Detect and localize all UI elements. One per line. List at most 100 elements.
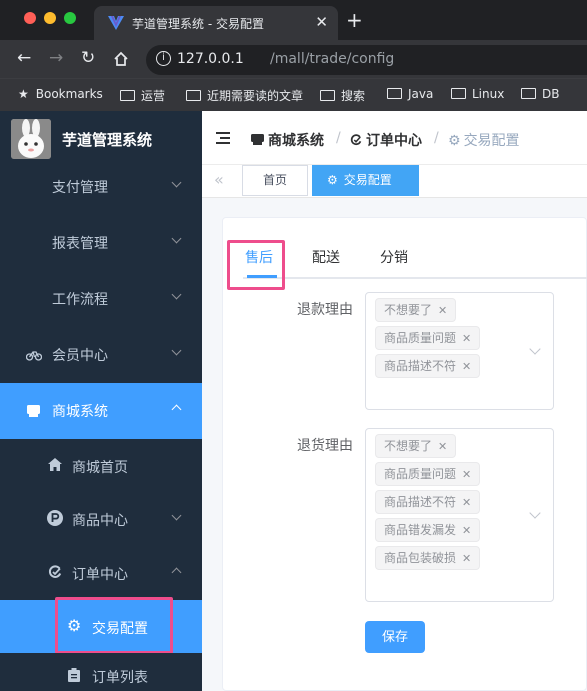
chevron-down-icon (171, 289, 182, 300)
close-icon[interactable]: ✕ (462, 468, 471, 481)
tab-title: 芋道管理系统 - 交易配置 (132, 17, 264, 31)
chevron-down-icon (171, 510, 182, 521)
hamburger-icon[interactable] (216, 132, 230, 144)
tag-current[interactable]: ⚙ 交易配置 (312, 165, 419, 196)
top-navbar: 商城系统 / 订单中心 / ⚙ 交易配置 (202, 111, 587, 165)
rabbit-logo-icon (11, 119, 51, 159)
minimize-window-button[interactable] (44, 12, 56, 24)
browser-chrome: 芋道管理系统 - 交易配置 ✕ + ← → ↻ i 127.0.0.1 /mal… (0, 0, 587, 111)
config-card: 售后 配送 分销 退款理由 不想要了 ✕ 商品质量问题 ✕ 商品描述不符 ✕ 退货理由… (222, 217, 587, 691)
close-icon[interactable]: ✕ (462, 524, 471, 537)
close-tab-icon[interactable]: ✕ (315, 13, 328, 31)
refund-reason-tag: 商品描述不符 ✕ (375, 354, 481, 378)
double-chevron-left-icon[interactable]: « (214, 170, 224, 189)
site-logo-icon (108, 16, 124, 30)
return-reason-select[interactable]: 不想要了 ✕ 商品质量问题 ✕ 商品描述不符 ✕ 商品错发漏发 ✕ 商品包装破损 ✕ (365, 428, 554, 602)
sidebar-item-order-list[interactable]: 订单列表 (0, 653, 202, 691)
close-icon[interactable]: ✕ (438, 304, 447, 317)
bookmarks-button[interactable]: ★ Bookmarks (18, 87, 103, 101)
product-p-icon (47, 510, 63, 526)
sidebar-item-report[interactable]: 报表管理 (0, 215, 202, 271)
sidebar-item-label: 商城系统 (52, 404, 108, 420)
bookmark-folder[interactable]: 近期需要读的文章 (186, 87, 303, 104)
gear-icon: ⚙ (448, 133, 461, 149)
bookmark-folder[interactable]: Java (387, 87, 433, 101)
browser-tab[interactable]: 芋道管理系统 - 交易配置 ✕ (94, 6, 338, 40)
return-reason-tag: 商品包装破损 ✕ (375, 546, 481, 570)
main-area: 商城系统 / 订单中心 / ⚙ 交易配置 « 首页 ⚙ 交易配置 售后 配送 分销 … (202, 111, 587, 691)
breadcrumb-current: ⚙ 交易配置 (448, 133, 520, 149)
back-icon[interactable]: ← (17, 48, 31, 68)
sidebar-item-product[interactable]: 商品中心 (0, 492, 202, 546)
return-reason-label: 退货理由 (297, 438, 353, 454)
return-reason-tag: 商品描述不符 ✕ (375, 490, 481, 514)
url-host: 127.0.0.1 (177, 51, 244, 67)
refund-reason-label: 退款理由 (297, 302, 353, 318)
new-tab-button[interactable]: + (346, 8, 363, 32)
shop-icon (251, 134, 264, 145)
sidebar-item-label: 支付管理 (52, 180, 108, 196)
chevron-up-icon (171, 404, 182, 415)
address-bar[interactable]: i 127.0.0.1 /mall/trade/config (146, 45, 587, 75)
gear-icon: ⚙ (327, 173, 338, 187)
sidebar-item-mall-home[interactable]: 商城首页 (0, 439, 202, 492)
folder-icon (320, 90, 335, 101)
breadcrumb-item[interactable]: 订单中心 (350, 130, 422, 150)
bookmark-folder[interactable]: DB (521, 87, 559, 101)
forward-icon[interactable]: → (49, 48, 63, 68)
refund-reason-tag: 商品质量问题 ✕ (375, 326, 481, 350)
bookmark-folder[interactable]: 运营 (120, 87, 165, 104)
site-info-icon[interactable]: i (156, 51, 171, 66)
brand-logo (11, 119, 51, 159)
close-window-button[interactable] (24, 12, 36, 24)
chevron-down-icon (171, 233, 182, 244)
refund-reason-select[interactable]: 不想要了 ✕ 商品质量问题 ✕ 商品描述不符 ✕ (365, 292, 554, 410)
bookmark-folder[interactable]: Linux (451, 87, 504, 101)
sidebar-item-label: 会员中心 (52, 348, 108, 364)
close-icon[interactable]: ✕ (462, 332, 471, 345)
save-button[interactable]: 保存 (365, 621, 425, 653)
tags-view: « 首页 ⚙ 交易配置 (202, 165, 587, 198)
refund-reason-tag: 不想要了 ✕ (375, 298, 457, 322)
bookmark-folder[interactable]: 搜索 (320, 87, 365, 104)
close-icon[interactable]: ✕ (438, 440, 447, 453)
sidebar-item-label: 报表管理 (52, 236, 108, 252)
breadcrumb-item[interactable]: 商城系统 (251, 130, 324, 150)
folder-icon (120, 90, 135, 101)
reload-icon[interactable]: ↻ (81, 48, 95, 68)
close-icon[interactable]: ✕ (462, 360, 471, 373)
bookmarks-bar: ★ Bookmarks 运营 近期需要读的文章 搜索 Java Linux DB (0, 78, 587, 111)
sidebar-item-label: 商城首页 (72, 460, 128, 476)
sidebar-item-member[interactable]: 会员中心 (0, 327, 202, 383)
order-icon (350, 134, 362, 146)
tab-distribution[interactable]: 分销 (380, 247, 408, 267)
chevron-down-icon (171, 177, 182, 188)
sidebar-item-workflow[interactable]: 工作流程 (0, 271, 202, 327)
sidebar: 芋道管理系统 支付管理 报表管理 工作流程 会员中心 商城系统 商城首页 商品中… (0, 111, 202, 691)
chevron-down-icon (171, 345, 182, 356)
tag-home[interactable]: 首页 (242, 165, 308, 196)
tab-delivery[interactable]: 配送 (312, 247, 340, 267)
return-reason-tag: 商品错发漏发 ✕ (375, 518, 481, 542)
bicycle-icon (26, 351, 42, 361)
return-reason-tag: 不想要了 ✕ (375, 434, 457, 458)
sidebar-item-payment[interactable]: 支付管理 (0, 159, 202, 215)
sidebar-item-order-center[interactable]: 订单中心 (0, 546, 202, 600)
breadcrumb-separator: / (336, 130, 341, 146)
breadcrumb-separator: / (434, 130, 439, 146)
close-icon[interactable]: ✕ (462, 552, 471, 565)
sidebar-item-label: 订单列表 (92, 670, 148, 686)
shop-icon (27, 405, 40, 417)
return-reason-tag: 商品质量问题 ✕ (375, 462, 481, 486)
sidebar-item-mall[interactable]: 商城系统 (0, 383, 202, 439)
highlight-annotation (55, 597, 173, 654)
folder-icon (387, 88, 402, 99)
close-icon[interactable]: ✕ (462, 496, 471, 509)
star-icon: ★ (18, 87, 29, 101)
folder-icon (186, 90, 201, 101)
url-path: /mall/trade/config (270, 51, 395, 67)
brand-title: 芋道管理系统 (62, 131, 153, 149)
maximize-window-button[interactable] (64, 12, 76, 24)
home-icon[interactable] (113, 51, 129, 67)
navigation-bar: ← → ↻ i 127.0.0.1 /mall/trade/config (0, 40, 587, 78)
